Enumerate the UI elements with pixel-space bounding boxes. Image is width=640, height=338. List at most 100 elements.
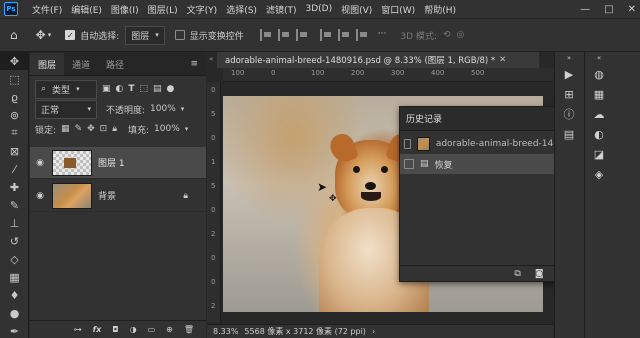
status-zoom[interactable]: 8.33% [213,327,238,336]
filter-type-icon[interactable]: T [128,84,134,94]
filter-toggle-icon[interactable]: ● [167,84,175,94]
eye-icon[interactable]: ◉ [30,158,50,168]
fill-value[interactable]: 100% [154,124,180,134]
gradient-tool-icon[interactable]: ▦ [0,268,29,286]
filter-smart-icon[interactable]: ▤ [153,84,162,94]
stamp-tool-icon[interactable]: ⊥ [0,214,29,232]
move-tool-icon[interactable]: ✥ [0,52,29,70]
add-mask-icon[interactable]: ◘ [112,325,118,334]
align-left-icon[interactable] [259,29,272,41]
layers-icon[interactable]: ◈ [585,164,613,184]
align-right-icon[interactable] [295,29,308,41]
chevron-down-icon[interactable]: ▾ [185,125,189,133]
filter-pixel-icon[interactable]: ▣ [102,84,111,94]
brush-tool-icon[interactable]: ✎ [0,196,29,214]
align-middle-icon[interactable] [337,29,350,41]
lock-position-icon[interactable]: ✥ [87,124,95,134]
collapse-icon[interactable]: « [585,52,613,64]
libraries-icon[interactable]: ☁ [585,104,613,124]
new-document-from-state-icon[interactable]: ⧉ [514,269,520,279]
filter-shape-icon[interactable]: ⬚ [140,84,149,94]
chevron-down-icon[interactable]: ▾ [48,31,52,39]
3d-rotate-icon[interactable]: ⟲ [443,30,451,40]
swatches-icon[interactable]: ▦ [585,84,613,104]
link-icon[interactable]: ⊶ [74,325,82,334]
align-top-icon[interactable] [319,29,332,41]
layer-name[interactable]: 背景 [98,189,116,202]
pen-tool-icon[interactable]: ✒ [0,322,29,338]
snapshot-camera-icon[interactable]: ◙ [535,269,544,279]
chevron-right-icon[interactable]: › [372,327,375,336]
fx-icon[interactable]: fx [93,325,102,334]
layer-filter-dropdown[interactable]: ⌕ 类型 ▾ [35,79,97,99]
menu-filter[interactable]: 滤镜(T) [266,3,297,16]
move-tool-icon[interactable]: ✥ [36,28,46,42]
filter-adjust-icon[interactable]: ◐ [116,84,124,94]
tab-layers[interactable]: 图层 [30,53,65,75]
color-icon[interactable]: ◍ [585,64,613,84]
home-icon[interactable]: ⌂ [10,28,18,42]
lock-all-icon[interactable]: 🔒︎ [112,124,117,134]
blur-tool-icon[interactable]: ♦ [0,286,29,304]
lasso-tool-icon[interactable]: ϱ [0,88,29,106]
menu-image[interactable]: 图像(I) [111,3,139,16]
quick-select-tool-icon[interactable]: ⊚ [0,106,29,124]
new-group-icon[interactable]: ▭ [148,325,156,334]
menu-window[interactable]: 窗口(W) [381,3,415,16]
crop-tool-icon[interactable]: ⌗ [0,124,29,142]
lock-artboard-icon[interactable]: ⊡ [100,124,108,134]
menu-3d[interactable]: 3D(D) [305,4,332,14]
align-bottom-icon[interactable] [355,29,368,41]
menu-type[interactable]: 文字(Y) [187,3,218,16]
new-layer-icon[interactable]: ⊕ [166,325,173,334]
delete-layer-icon[interactable]: 🗑︎ [184,325,194,334]
vertical-ruler[interactable]: 0 5 0 1 5 0 2 0 0 2 [207,82,221,322]
dodge-tool-icon[interactable]: ● [0,304,29,322]
opacity-value[interactable]: 100% [150,104,176,114]
close-tab-icon[interactable]: ✕ [499,55,506,65]
layer-row[interactable]: ◉ 图层 1 [30,147,206,179]
eyedropper-tool-icon[interactable]: ⁄ [0,160,29,178]
panel-collapse-icon[interactable]: « [209,55,213,63]
menu-file[interactable]: 文件(F) [32,3,62,16]
brush-settings-icon[interactable]: ⊞ [555,84,583,104]
menu-edit[interactable]: 编辑(E) [71,3,102,16]
adjustment-layer-icon[interactable]: ◑ [130,325,137,334]
collapse-icon[interactable]: » [555,52,583,64]
blend-mode-dropdown[interactable]: 正常 ▾ [35,99,97,119]
history-brush-tool-icon[interactable]: ↺ [0,232,29,250]
tab-channels[interactable]: 通道 [64,53,98,75]
layer-name[interactable]: 图层 1 [98,156,125,169]
state-source-checkbox[interactable] [404,159,414,169]
more-icon[interactable]: ··· [378,29,387,41]
adjustments-icon[interactable]: ◐ [585,124,613,144]
frame-tool-icon[interactable]: ⊠ [0,142,29,160]
styles-icon[interactable]: ◪ [585,144,613,164]
close-button[interactable]: ✕ [628,4,636,15]
tab-paths[interactable]: 路径 [98,53,132,75]
menu-layer[interactable]: 图层(L) [148,3,178,16]
history-title[interactable]: 历史记录 [406,112,442,125]
chevron-down-icon[interactable]: ▾ [181,105,185,113]
play-icon[interactable]: ▶ [555,64,583,84]
align-center-icon[interactable] [277,29,290,41]
lock-pixels-icon[interactable]: ✎ [75,124,83,134]
eye-icon[interactable]: ◉ [30,191,50,201]
maximize-button[interactable]: □ [604,4,613,15]
show-transform-checkbox[interactable] [174,30,185,40]
auto-select-checkbox[interactable]: ✓ [65,30,76,40]
properties-icon[interactable]: ▤ [555,124,583,144]
menu-select[interactable]: 选择(S) [226,3,257,16]
info-icon[interactable]: ⓘ [555,104,583,124]
snapshot-source-checkbox[interactable] [404,139,411,149]
menu-view[interactable]: 视图(V) [341,3,372,16]
marquee-tool-icon[interactable]: ⬚ [0,70,29,88]
horizontal-ruler[interactable]: 100 0 100 200 300 400 500 [223,68,553,82]
minimize-button[interactable]: — [580,4,590,15]
panel-menu-icon[interactable]: ≡ [182,53,206,75]
layer-row[interactable]: ◉ 背景 🔒︎ [30,180,206,212]
healing-tool-icon[interactable]: ✚ [0,178,29,196]
document-tab[interactable]: adorable-animal-breed-1480916.psd @ 8.33… [217,52,539,68]
lock-icon[interactable]: 🔒︎ [183,191,188,201]
eraser-tool-icon[interactable]: ◇ [0,250,29,268]
